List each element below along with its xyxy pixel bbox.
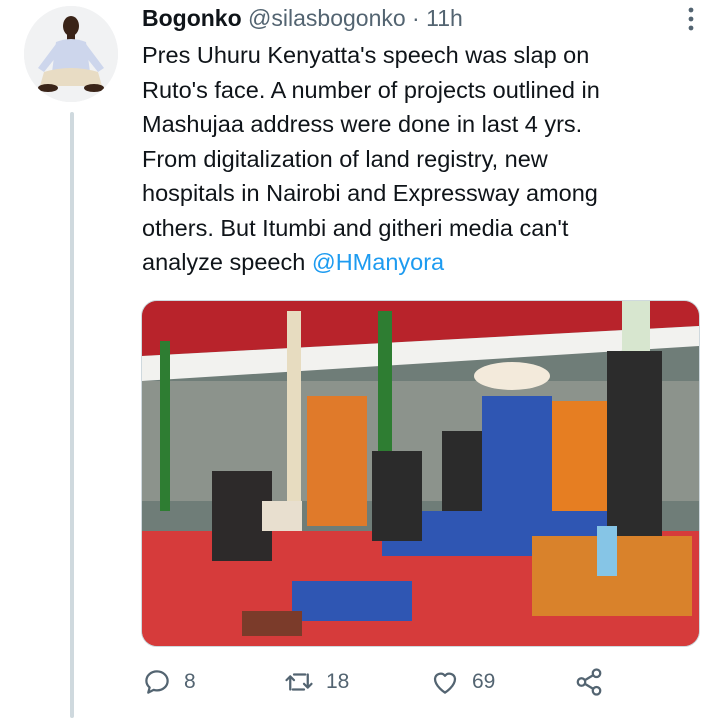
more-vertical-icon	[688, 7, 694, 31]
tweet-photo[interactable]	[141, 300, 700, 647]
tweet-timestamp[interactable]: 11h	[426, 5, 463, 31]
mention-link[interactable]: @HManyora	[312, 249, 444, 275]
header-separator: ·	[412, 5, 420, 31]
tweet-actions: 8 18 69	[142, 664, 612, 700]
avatar-photo	[24, 6, 118, 102]
reply-icon	[145, 670, 169, 694]
display-name[interactable]: Bogonko	[142, 5, 242, 31]
tweet-text-segment: analyze speech	[142, 249, 312, 275]
tweet-text-line: others. But Itumbi and githeri media can…	[142, 214, 569, 241]
share-button[interactable]	[574, 664, 604, 700]
tweet-text-line: Ruto's face. A number of projects outlin…	[142, 76, 600, 103]
tweet-text-line: hospitals in Nairobi and Expressway amon…	[142, 180, 598, 206]
reply-button[interactable]: 8	[142, 664, 196, 700]
like-count: 69	[472, 670, 496, 693]
tweet-text-line: Pres Uhuru Kenyatta's speech was slap on	[142, 42, 590, 68]
share-icon	[576, 668, 602, 696]
heart-icon	[433, 672, 457, 694]
retweet-count: 18	[326, 670, 350, 693]
tweet-text: Pres Uhuru Kenyatta's speech was slap on…	[142, 38, 702, 280]
event-photo	[142, 301, 699, 646]
thread-line	[70, 112, 74, 718]
tweet-header: Bogonko @silasbogonko · 11h	[142, 4, 463, 32]
tweet-text-line: From digitalization of land registry, ne…	[142, 145, 548, 172]
tweet-text-line: analyze speech @HManyora	[142, 245, 702, 280]
more-options-button[interactable]	[686, 6, 696, 32]
user-handle[interactable]: @silasbogonko	[248, 5, 406, 31]
avatar[interactable]	[24, 6, 118, 102]
like-button[interactable]: 69	[430, 664, 495, 700]
tweet-text-line: Mashujaa address were done in last 4 yrs…	[142, 111, 583, 137]
retweet-button[interactable]: 18	[284, 664, 349, 700]
reply-count: 8	[184, 670, 196, 693]
retweet-icon	[285, 673, 313, 691]
